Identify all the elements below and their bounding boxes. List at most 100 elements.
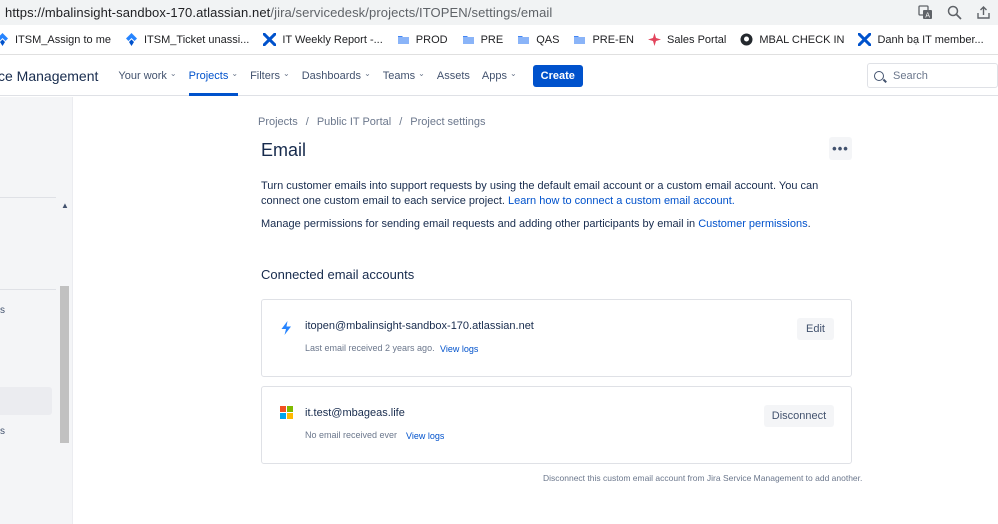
breadcrumb-item[interactable]: Projects <box>258 116 298 128</box>
breadcrumb-separator: / <box>305 116 309 128</box>
scrollbar-thumb[interactable] <box>60 286 69 443</box>
bookmark-item[interactable]: ITSM_Ticket unassi... <box>125 33 249 46</box>
bookmark-label: PRE <box>480 33 504 46</box>
folder-icon <box>517 33 530 46</box>
microsoft-icon <box>280 406 293 419</box>
nav-label: Dashboards <box>301 69 362 82</box>
breadcrumb-item[interactable]: Project settings <box>410 116 485 128</box>
confluence-x-icon <box>263 33 277 46</box>
search-placeholder: Search <box>893 69 928 82</box>
view-logs-link[interactable]: View logs <box>406 431 444 441</box>
nav-filters[interactable]: Filters ⌄ <box>250 56 290 96</box>
permissions-text-body: Manage permissions for sending email req… <box>261 218 699 230</box>
page-title: Email <box>261 140 307 160</box>
bookmark-item[interactable]: PRE <box>462 33 504 46</box>
disconnect-button[interactable]: Disconnect <box>764 405 834 427</box>
breadcrumb-separator: / <box>399 116 403 128</box>
bookmark-item[interactable]: Danh bạ IT member... <box>858 33 984 46</box>
nav-label: Filters <box>250 69 281 82</box>
sparkle-icon <box>648 33 661 46</box>
sidebar-item-selected[interactable] <box>0 387 52 415</box>
bookmark-label: ITSM_Assign to me <box>15 33 111 46</box>
confluence-x-icon <box>858 33 872 46</box>
footnote: Disconnect this custom email account fro… <box>543 473 863 483</box>
nav-label: Apps <box>481 69 507 82</box>
product-name[interactable]: ce Management <box>0 68 98 84</box>
project-sidebar: s s ▲ <box>0 97 73 524</box>
sidebar-item-label[interactable]: s <box>0 305 5 316</box>
bookmark-item[interactable]: IT Weekly Report -... <box>263 33 383 46</box>
bookmark-item[interactable]: Sales Portal <box>648 33 726 46</box>
nav-label: Projects <box>188 69 229 82</box>
chevron-down-icon: ⌄ <box>283 69 290 78</box>
account-email: itopen@mbalinsight-sandbox-170.atlassian… <box>305 320 534 332</box>
lightning-icon <box>280 321 293 335</box>
nav-your-work[interactable]: Your work ⌄ <box>118 56 176 96</box>
nav-label: Your work <box>118 69 167 82</box>
chevron-down-icon: ⌄ <box>231 69 239 78</box>
permissions-text: Manage permissions for sending email req… <box>261 218 831 230</box>
permissions-text-end: . <box>807 218 811 230</box>
breadcrumb: Projects / Public IT Portal / Project settin… <box>258 116 485 128</box>
bookmark-label: PRE-EN <box>592 33 634 46</box>
edit-button[interactable]: Edit <box>797 318 834 340</box>
browser-address-bar[interactable]: https://mbalinsight-sandbox-170.atlassia… <box>0 0 998 25</box>
chevron-down-icon: ⌄ <box>509 69 517 78</box>
section-title: Connected email accounts <box>261 267 415 282</box>
bookmark-label: ITSM_Ticket unassi... <box>143 33 250 46</box>
bookmark-item[interactable]: MBAL CHECK IN <box>740 33 844 46</box>
more-actions-button[interactable]: ••• <box>829 137 852 160</box>
customer-permissions-link[interactable]: Customer permissions <box>698 218 807 230</box>
top-navigation: ce Management Your work ⌄ Projects ⌄ Filters… <box>0 56 998 96</box>
bookmark-item[interactable]: ITSM_Assign to me <box>0 33 111 46</box>
learn-more-link[interactable]: Learn how to connect a custom email acco… <box>508 195 735 207</box>
search-input[interactable]: Search <box>867 63 998 88</box>
jira-icon <box>125 33 138 46</box>
create-button[interactable]: Create <box>532 64 583 87</box>
nav-teams[interactable]: Teams ⌄ <box>383 56 425 96</box>
account-last-received: No email received ever <box>305 430 398 440</box>
url-host: https://mbalinsight-sandbox-170.atlassia… <box>5 5 271 20</box>
nav-projects[interactable]: Projects ⌄ <box>188 56 239 96</box>
share-icon[interactable] <box>975 4 992 21</box>
svg-text:A: A <box>925 12 930 20</box>
bookmark-label: Sales Portal <box>667 33 727 46</box>
jira-icon <box>0 33 9 46</box>
nav-assets[interactable]: Assets <box>437 56 470 96</box>
zoom-icon[interactable] <box>946 4 963 21</box>
bookmark-item[interactable]: PRE-EN <box>573 33 634 46</box>
chevron-down-icon: ⌄ <box>169 69 177 78</box>
account-email: it.test@mbageas.life <box>305 407 405 419</box>
browser-actions: A <box>917 4 992 21</box>
nav-dashboards[interactable]: Dashboards ⌄ <box>302 56 371 96</box>
github-icon <box>740 33 753 46</box>
page-description: Turn customer emails into support reques… <box>261 179 831 209</box>
search-icon <box>874 70 884 81</box>
sidebar-divider <box>0 289 56 290</box>
email-account-card: itopen@mbalinsight-sandbox-170.atlassian… <box>261 299 852 377</box>
sidebar-scrollbar[interactable]: ▲ <box>59 201 70 524</box>
translate-icon[interactable]: A <box>917 4 934 21</box>
folder-icon <box>573 33 586 46</box>
bookmark-label: Danh bạ IT member... <box>877 33 984 46</box>
bookmark-label: IT Weekly Report -... <box>282 33 383 46</box>
sidebar-divider <box>0 197 56 198</box>
bookmark-label: MBAL CHECK IN <box>759 33 845 46</box>
bookmark-label: QAS <box>536 33 560 46</box>
bookmark-item[interactable]: PROD <box>397 33 448 46</box>
view-logs-link[interactable]: View logs <box>440 344 478 354</box>
bookmarks-bar: ITSM_Assign to me ITSM_Ticket unassi... IT… <box>0 25 998 55</box>
account-last-received: Last email received 2 years ago. <box>305 343 435 353</box>
url-text[interactable]: https://mbalinsight-sandbox-170.atlassia… <box>5 5 552 20</box>
nav-items: Your work ⌄ Projects ⌄ Filters ⌄ Dashboards ⌄ Te… <box>118 56 528 96</box>
scroll-up-icon[interactable]: ▲ <box>61 201 69 210</box>
breadcrumb-item[interactable]: Public IT Portal <box>317 116 391 128</box>
email-account-card: it.test@mbageas.life No email received e… <box>261 386 852 464</box>
chevron-down-icon: ⌄ <box>364 69 371 78</box>
nav-label: Teams <box>382 69 416 82</box>
bookmark-label: PROD <box>415 33 448 46</box>
nav-apps[interactable]: Apps ⌄ <box>482 56 517 96</box>
bookmark-item[interactable]: QAS <box>517 33 559 46</box>
sidebar-item-label[interactable]: s <box>0 426 5 437</box>
folder-icon <box>462 33 475 46</box>
